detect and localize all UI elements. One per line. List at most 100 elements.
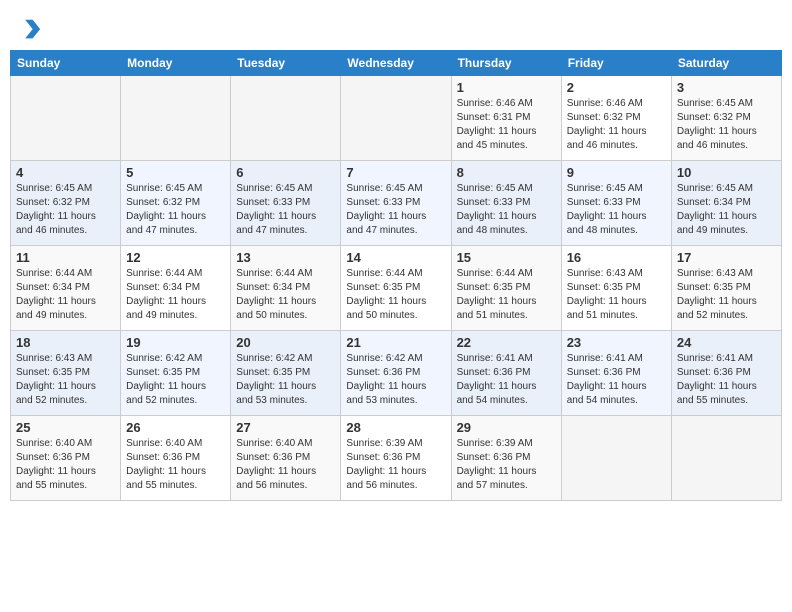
calendar-header-wednesday: Wednesday bbox=[341, 51, 451, 76]
calendar-cell: 5 Sunrise: 6:45 AM Sunset: 6:32 PM Daylig… bbox=[121, 161, 231, 246]
calendar-header-monday: Monday bbox=[121, 51, 231, 76]
day-number: 15 bbox=[457, 250, 556, 265]
day-info: Sunrise: 6:44 AM Sunset: 6:34 PM Dayligh… bbox=[236, 267, 335, 323]
day-info: Sunrise: 6:44 AM Sunset: 6:35 PM Dayligh… bbox=[346, 267, 445, 323]
day-number: 27 bbox=[236, 420, 335, 435]
calendar-cell: 21 Sunrise: 6:42 AM Sunset: 6:36 PM Dayli… bbox=[341, 331, 451, 416]
calendar-cell: 25 Sunrise: 6:40 AM Sunset: 6:36 PM Dayli… bbox=[11, 416, 121, 501]
calendar-cell: 16 Sunrise: 6:43 AM Sunset: 6:35 PM Dayli… bbox=[561, 246, 671, 331]
calendar-header-tuesday: Tuesday bbox=[231, 51, 341, 76]
day-info: Sunrise: 6:42 AM Sunset: 6:36 PM Dayligh… bbox=[346, 352, 445, 408]
day-info: Sunrise: 6:45 AM Sunset: 6:33 PM Dayligh… bbox=[567, 182, 666, 238]
day-number: 20 bbox=[236, 335, 335, 350]
calendar-cell bbox=[341, 76, 451, 161]
day-number: 4 bbox=[16, 165, 115, 180]
calendar-cell: 2 Sunrise: 6:46 AM Sunset: 6:32 PM Daylig… bbox=[561, 76, 671, 161]
day-number: 9 bbox=[567, 165, 666, 180]
day-number: 18 bbox=[16, 335, 115, 350]
day-number: 29 bbox=[457, 420, 556, 435]
calendar-cell bbox=[671, 416, 781, 501]
day-number: 23 bbox=[567, 335, 666, 350]
day-info: Sunrise: 6:45 AM Sunset: 6:32 PM Dayligh… bbox=[126, 182, 225, 238]
calendar-cell: 19Sunrise: 6:42 AM Sunset: 6:35 PM Dayli… bbox=[121, 331, 231, 416]
calendar-cell: 13Sunrise: 6:44 AM Sunset: 6:34 PM Dayli… bbox=[231, 246, 341, 331]
day-number: 22 bbox=[457, 335, 556, 350]
calendar-week-1: 1 Sunrise: 6:46 AM Sunset: 6:31 PM Daylig… bbox=[11, 76, 782, 161]
calendar-cell: 23 Sunrise: 6:41 AM Sunset: 6:36 PM Dayli… bbox=[561, 331, 671, 416]
day-number: 17 bbox=[677, 250, 776, 265]
day-info: Sunrise: 6:43 AM Sunset: 6:35 PM Dayligh… bbox=[16, 352, 115, 408]
day-info: Sunrise: 6:42 AM Sunset: 6:35 PM Dayligh… bbox=[126, 352, 225, 408]
day-number: 26 bbox=[126, 420, 225, 435]
day-info: Sunrise: 6:43 AM Sunset: 6:35 PM Dayligh… bbox=[567, 267, 666, 323]
day-number: 11 bbox=[16, 250, 115, 265]
calendar-cell: 3 Sunrise: 6:45 AM Sunset: 6:32 PM Daylig… bbox=[671, 76, 781, 161]
day-info: Sunrise: 6:45 AM Sunset: 6:33 PM Dayligh… bbox=[457, 182, 556, 238]
day-number: 3 bbox=[677, 80, 776, 95]
day-number: 2 bbox=[567, 80, 666, 95]
day-number: 28 bbox=[346, 420, 445, 435]
calendar-header-sunday: Sunday bbox=[11, 51, 121, 76]
calendar-cell: 12Sunrise: 6:44 AM Sunset: 6:34 PM Dayli… bbox=[121, 246, 231, 331]
calendar-cell: 22Sunrise: 6:41 AM Sunset: 6:36 PM Dayli… bbox=[451, 331, 561, 416]
day-number: 5 bbox=[126, 165, 225, 180]
day-number: 16 bbox=[567, 250, 666, 265]
calendar-cell: 10Sunrise: 6:45 AM Sunset: 6:34 PM Dayli… bbox=[671, 161, 781, 246]
day-info: Sunrise: 6:40 AM Sunset: 6:36 PM Dayligh… bbox=[16, 437, 115, 493]
day-info: Sunrise: 6:44 AM Sunset: 6:35 PM Dayligh… bbox=[457, 267, 556, 323]
day-number: 10 bbox=[677, 165, 776, 180]
calendar-table: SundayMondayTuesdayWednesdayThursdayFrid… bbox=[10, 50, 782, 501]
calendar-header-saturday: Saturday bbox=[671, 51, 781, 76]
calendar-cell: 8 Sunrise: 6:45 AM Sunset: 6:33 PM Daylig… bbox=[451, 161, 561, 246]
calendar-cell: 28 Sunrise: 6:39 AM Sunset: 6:36 PM Dayli… bbox=[341, 416, 451, 501]
day-number: 8 bbox=[457, 165, 556, 180]
calendar-cell: 29Sunrise: 6:39 AM Sunset: 6:36 PM Dayli… bbox=[451, 416, 561, 501]
calendar-week-2: 4 Sunrise: 6:45 AM Sunset: 6:32 PM Daylig… bbox=[11, 161, 782, 246]
day-number: 6 bbox=[236, 165, 335, 180]
day-info: Sunrise: 6:45 AM Sunset: 6:33 PM Dayligh… bbox=[236, 182, 335, 238]
calendar-cell bbox=[231, 76, 341, 161]
logo-icon bbox=[14, 16, 42, 44]
logo bbox=[14, 16, 46, 44]
calendar-cell bbox=[561, 416, 671, 501]
day-info: Sunrise: 6:42 AM Sunset: 6:35 PM Dayligh… bbox=[236, 352, 335, 408]
page-header bbox=[10, 10, 782, 44]
calendar-cell: 1 Sunrise: 6:46 AM Sunset: 6:31 PM Daylig… bbox=[451, 76, 561, 161]
day-info: Sunrise: 6:46 AM Sunset: 6:31 PM Dayligh… bbox=[457, 97, 556, 153]
calendar-week-3: 11 Sunrise: 6:44 AM Sunset: 6:34 PM Dayli… bbox=[11, 246, 782, 331]
day-info: Sunrise: 6:39 AM Sunset: 6:36 PM Dayligh… bbox=[346, 437, 445, 493]
calendar-header-friday: Friday bbox=[561, 51, 671, 76]
day-info: Sunrise: 6:43 AM Sunset: 6:35 PM Dayligh… bbox=[677, 267, 776, 323]
day-info: Sunrise: 6:40 AM Sunset: 6:36 PM Dayligh… bbox=[126, 437, 225, 493]
day-info: Sunrise: 6:46 AM Sunset: 6:32 PM Dayligh… bbox=[567, 97, 666, 153]
calendar-cell bbox=[121, 76, 231, 161]
day-number: 14 bbox=[346, 250, 445, 265]
day-info: Sunrise: 6:44 AM Sunset: 6:34 PM Dayligh… bbox=[126, 267, 225, 323]
calendar-cell: 6 Sunrise: 6:45 AM Sunset: 6:33 PM Daylig… bbox=[231, 161, 341, 246]
day-info: Sunrise: 6:45 AM Sunset: 6:32 PM Dayligh… bbox=[677, 97, 776, 153]
calendar-cell bbox=[11, 76, 121, 161]
calendar-week-4: 18 Sunrise: 6:43 AM Sunset: 6:35 PM Dayli… bbox=[11, 331, 782, 416]
calendar-cell: 11 Sunrise: 6:44 AM Sunset: 6:34 PM Dayli… bbox=[11, 246, 121, 331]
calendar-cell: 9 Sunrise: 6:45 AM Sunset: 6:33 PM Daylig… bbox=[561, 161, 671, 246]
calendar-cell: 17 Sunrise: 6:43 AM Sunset: 6:35 PM Dayli… bbox=[671, 246, 781, 331]
day-number: 21 bbox=[346, 335, 445, 350]
calendar-cell: 24 Sunrise: 6:41 AM Sunset: 6:36 PM Dayli… bbox=[671, 331, 781, 416]
day-info: Sunrise: 6:44 AM Sunset: 6:34 PM Dayligh… bbox=[16, 267, 115, 323]
day-number: 1 bbox=[457, 80, 556, 95]
calendar-cell: 18 Sunrise: 6:43 AM Sunset: 6:35 PM Dayli… bbox=[11, 331, 121, 416]
day-info: Sunrise: 6:45 AM Sunset: 6:33 PM Dayligh… bbox=[346, 182, 445, 238]
day-number: 25 bbox=[16, 420, 115, 435]
day-number: 24 bbox=[677, 335, 776, 350]
calendar-cell: 7 Sunrise: 6:45 AM Sunset: 6:33 PM Daylig… bbox=[341, 161, 451, 246]
calendar-cell: 4Sunrise: 6:45 AM Sunset: 6:32 PM Daylig… bbox=[11, 161, 121, 246]
day-info: Sunrise: 6:40 AM Sunset: 6:36 PM Dayligh… bbox=[236, 437, 335, 493]
calendar-cell: 20 Sunrise: 6:42 AM Sunset: 6:35 PM Dayli… bbox=[231, 331, 341, 416]
day-info: Sunrise: 6:41 AM Sunset: 6:36 PM Dayligh… bbox=[567, 352, 666, 408]
day-number: 7 bbox=[346, 165, 445, 180]
calendar-week-5: 25 Sunrise: 6:40 AM Sunset: 6:36 PM Dayli… bbox=[11, 416, 782, 501]
day-info: Sunrise: 6:41 AM Sunset: 6:36 PM Dayligh… bbox=[677, 352, 776, 408]
calendar-cell: 14 Sunrise: 6:44 AM Sunset: 6:35 PM Dayli… bbox=[341, 246, 451, 331]
calendar-header-row: SundayMondayTuesdayWednesdayThursdayFrid… bbox=[11, 51, 782, 76]
calendar-cell: 26 Sunrise: 6:40 AM Sunset: 6:36 PM Dayli… bbox=[121, 416, 231, 501]
